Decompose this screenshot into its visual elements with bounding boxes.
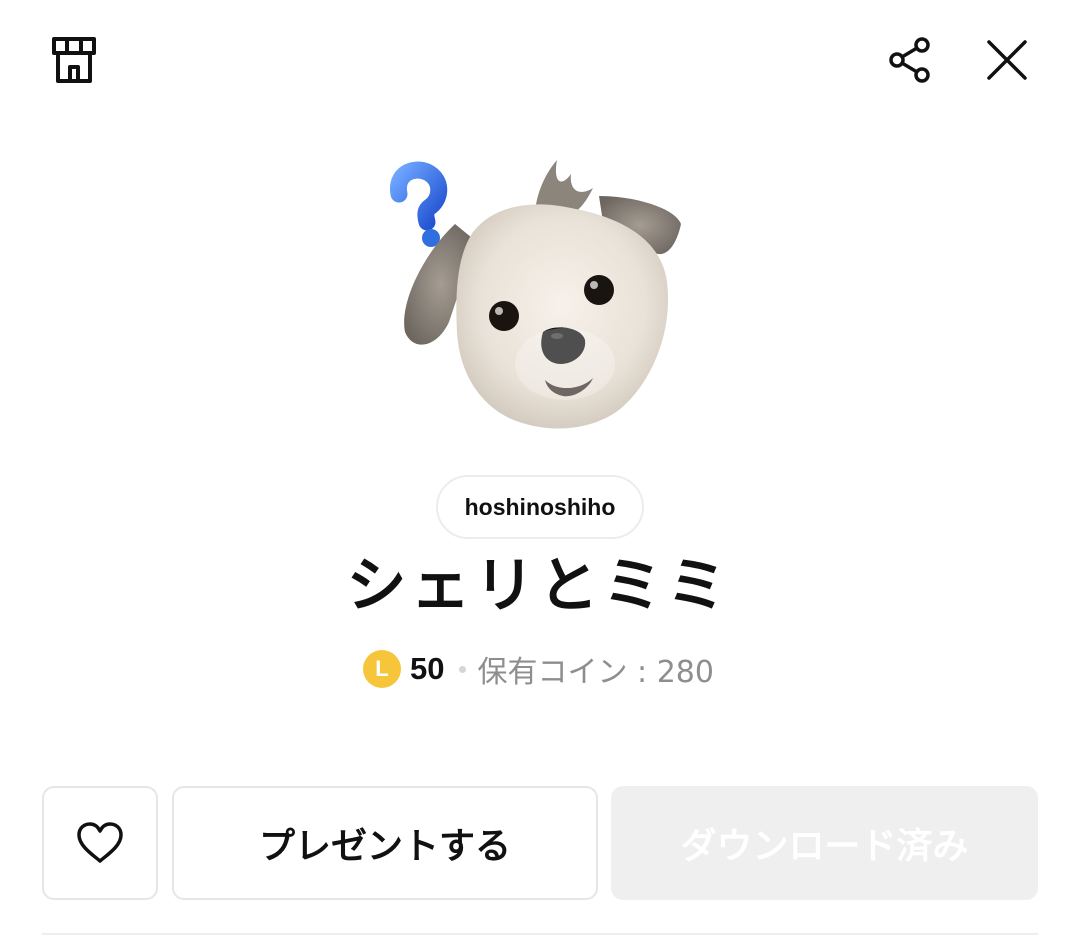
- separator-dot: [458, 665, 466, 673]
- sticker-title: シェリとミミ: [346, 551, 731, 621]
- download-button: ダウンロード済み: [611, 786, 1038, 900]
- shop-icon: [52, 37, 96, 83]
- price-value: 50: [410, 651, 445, 686]
- like-button[interactable]: [42, 786, 158, 900]
- present-button[interactable]: プレゼントする: [172, 786, 598, 900]
- close-button[interactable]: [977, 30, 1037, 90]
- heart-icon: [77, 822, 123, 863]
- divider: [42, 933, 1038, 935]
- author-link[interactable]: hoshinoshiho: [436, 475, 644, 539]
- close-icon: [987, 40, 1027, 80]
- owned-coins: 保有コイン : 280: [477, 655, 714, 690]
- shop-button[interactable]: [44, 30, 104, 90]
- sticker-image: [385, 152, 695, 437]
- price-row: L 50 保有コイン : 280: [0, 644, 1077, 694]
- question-mark-icon: [390, 161, 448, 247]
- coin-icon: L: [363, 650, 402, 688]
- share-icon: [889, 37, 930, 83]
- share-button[interactable]: [880, 30, 940, 90]
